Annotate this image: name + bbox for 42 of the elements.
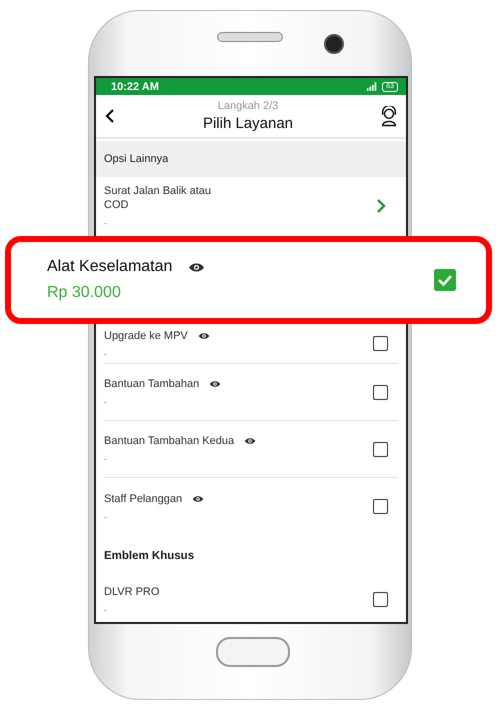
- checkbox[interactable]: [373, 442, 388, 456]
- step-label: Langkah 2/3: [218, 100, 278, 112]
- signal-icon: [366, 82, 378, 91]
- headset-person-icon[interactable]: [380, 106, 398, 126]
- service-price: -: [104, 397, 108, 407]
- service-row[interactable]: Staff Pelanggan -: [104, 478, 398, 535]
- checkbox[interactable]: [373, 592, 388, 607]
- eye-icon[interactable]: [244, 437, 256, 445]
- service-row[interactable]: Surat Jalan Balik atau COD -: [104, 177, 398, 234]
- service-name: Bantuan Tambahan: [104, 377, 200, 391]
- service-price: Rp 30.000: [47, 284, 122, 302]
- camera-lens: [324, 34, 344, 54]
- chevron-right-icon[interactable]: [376, 198, 386, 214]
- service-price: -: [104, 454, 108, 464]
- home-button[interactable]: [216, 637, 290, 667]
- service-price: -: [104, 604, 108, 614]
- service-price: -: [104, 512, 108, 522]
- service-name: Staff Pelanggan: [104, 492, 182, 506]
- checkbox[interactable]: [373, 384, 388, 400]
- section-title: Opsi Lainnya: [104, 153, 168, 165]
- service-name: Alat Keselamatan: [47, 258, 172, 276]
- service-row[interactable]: Bantuan Tambahan -: [104, 364, 398, 421]
- eye-icon[interactable]: [188, 262, 206, 272]
- checkbox[interactable]: [373, 499, 388, 514]
- service-name: Bantuan Tambahan Kedua: [104, 434, 234, 448]
- service-row[interactable]: Bantuan Tambahan Kedua -: [104, 421, 398, 478]
- page-title: Pilih Layanan: [202, 115, 294, 132]
- service-name: Upgrade ke MPV: [104, 328, 188, 342]
- back-icon[interactable]: [104, 108, 116, 124]
- status-time: 10:22 AM: [111, 80, 159, 92]
- section-title: Emblem Khusus: [104, 550, 194, 562]
- service-name: Surat Jalan Balik atau COD: [104, 184, 212, 212]
- service-name: DLVR PRO: [104, 584, 160, 598]
- service-row[interactable]: DLVR PRO -: [104, 577, 398, 622]
- speaker-slot: [217, 32, 283, 42]
- checkbox[interactable]: [373, 336, 388, 351]
- checkbox[interactable]: [434, 269, 456, 291]
- service-price: -: [104, 218, 108, 228]
- eye-icon[interactable]: [198, 332, 210, 340]
- eye-icon[interactable]: [209, 380, 222, 388]
- service-price: -: [104, 348, 108, 358]
- eye-icon[interactable]: [192, 494, 204, 502]
